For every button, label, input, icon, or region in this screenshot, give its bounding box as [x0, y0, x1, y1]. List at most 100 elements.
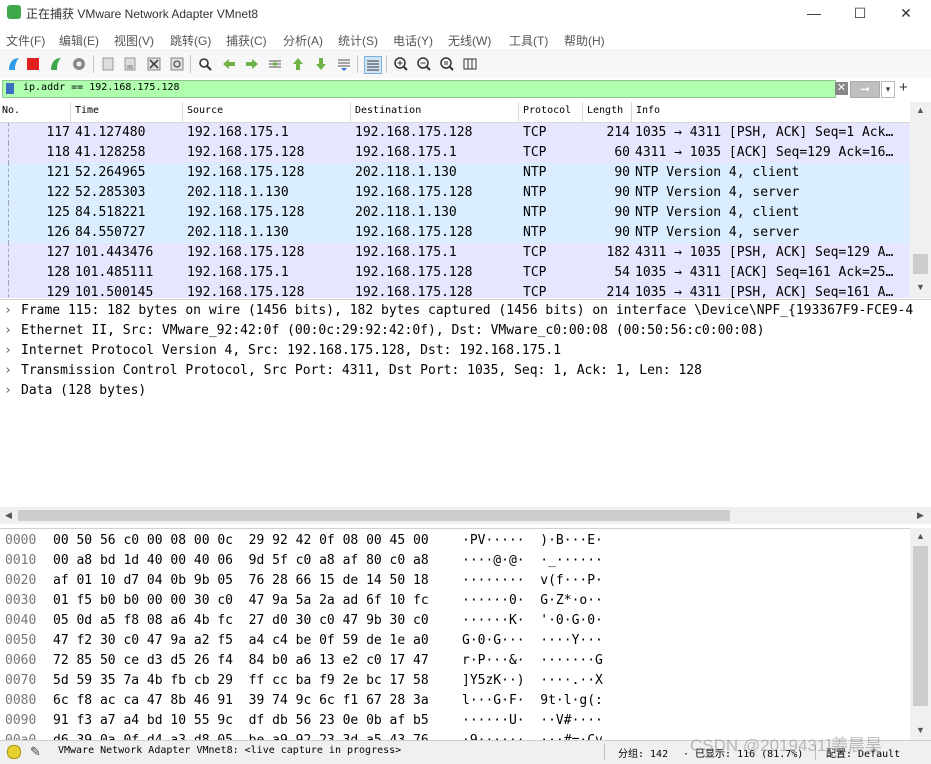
maximize-button[interactable]: ☐	[837, 0, 883, 26]
capture-options-icon[interactable]	[71, 56, 87, 72]
autoscroll-icon[interactable]	[336, 56, 352, 72]
column-source[interactable]: Source	[187, 105, 223, 116]
detail-row-tcp[interactable]: › Transmission Control Protocol, Src Port…	[0, 361, 931, 381]
column-no[interactable]: No.	[2, 105, 20, 116]
packet-row[interactable]: 117 41.127480 192.168.175.1 192.168.175.128…	[0, 123, 910, 143]
column-divider[interactable]	[182, 102, 183, 122]
column-time[interactable]: Time	[75, 105, 99, 116]
packet-list-scrollbar[interactable]: ▲ ▼	[910, 102, 931, 298]
menu-statistics[interactable]: 统计(S)	[338, 32, 378, 49]
detail-row-ip[interactable]: › Internet Protocol Version 4, Src: 192.1…	[0, 341, 931, 361]
scrollbar-thumb[interactable]	[913, 546, 928, 706]
close-file-icon[interactable]	[146, 56, 162, 72]
byte-row[interactable]: 0010 00 a8 bd 1d 40 00 40 06 9d 5f c0 a8 …	[0, 551, 910, 571]
byte-row[interactable]: 0020 af 01 10 d7 04 0b 9b 05 76 28 66 15 …	[0, 571, 910, 591]
column-divider[interactable]	[350, 102, 351, 122]
menu-capture[interactable]: 捕获(C)	[226, 32, 267, 49]
column-divider[interactable]	[631, 102, 632, 122]
byte-row[interactable]: 0070 5d 59 35 7a 4b fb cb 29 ff cc ba f9 …	[0, 671, 910, 691]
menu-help[interactable]: 帮助(H)	[564, 32, 605, 49]
zoom-in-icon[interactable]	[393, 56, 409, 72]
menu-edit[interactable]: 编辑(E)	[59, 32, 99, 49]
column-divider[interactable]	[582, 102, 583, 122]
packet-row[interactable]: 118 41.128258 192.168.175.128 192.168.175.1…	[0, 143, 910, 163]
menu-wireless[interactable]: 无线(W)	[448, 32, 491, 49]
scroll-down-icon[interactable]: ▼	[916, 282, 925, 292]
column-info[interactable]: Info	[636, 105, 660, 116]
scroll-right-icon[interactable]: ▶	[917, 510, 924, 521]
column-destination[interactable]: Destination	[355, 105, 421, 116]
detail-row-data[interactable]: › Data (128 bytes)	[0, 381, 931, 401]
byte-offset: 0010	[5, 553, 37, 568]
normal-size-icon[interactable]	[439, 56, 455, 72]
packet-row[interactable]: 127 101.443476 192.168.175.128 192.168.175.…	[0, 243, 910, 263]
go-to-packet-icon[interactable]	[267, 56, 283, 72]
edit-comment-icon[interactable]: ✎	[30, 744, 41, 760]
close-button[interactable]: ✕	[883, 0, 929, 26]
expert-info-icon[interactable]	[7, 745, 21, 759]
column-protocol[interactable]: Protocol	[523, 105, 571, 116]
add-filter-button-icon[interactable]: +	[899, 79, 908, 96]
byte-hex: 91 f3 a7 a4 bd 10 55 9c df db 56 23 0e 0…	[53, 713, 429, 728]
cell-no: 122	[46, 185, 70, 200]
restart-capture-icon[interactable]	[48, 56, 64, 72]
packet-row[interactable]: 128 101.485111 192.168.175.1 192.168.175.12…	[0, 263, 910, 283]
scrollbar-thumb[interactable]	[18, 510, 730, 521]
reload-file-icon[interactable]	[169, 56, 185, 72]
expand-arrow-icon[interactable]: ›	[4, 361, 12, 381]
menu-tools[interactable]: 工具(T)	[509, 32, 548, 49]
bookmark-icon[interactable]	[6, 83, 14, 94]
apply-filter-arrow-icon[interactable]: ➞	[850, 81, 880, 98]
bytes-scrollbar[interactable]: ▲ ▼	[910, 528, 931, 740]
scrollbar-thumb[interactable]	[913, 254, 928, 274]
details-horizontal-scrollbar[interactable]: ◀ ▶	[0, 507, 931, 524]
byte-row[interactable]: 0000 00 50 56 c0 00 08 00 0c 29 92 42 0f …	[0, 531, 910, 551]
zoom-out-icon[interactable]	[416, 56, 432, 72]
menu-view[interactable]: 视图(V)	[114, 32, 154, 49]
packet-row[interactable]: 129 101.500145 192.168.175.128 192.168.175.…	[0, 283, 910, 298]
last-packet-icon[interactable]	[313, 56, 329, 72]
go-forward-icon[interactable]	[244, 56, 260, 72]
byte-row[interactable]: 0080 6c f8 ac ca 47 8b 46 91 39 74 9c 6c …	[0, 691, 910, 711]
byte-row[interactable]: 0060 72 85 50 ce d3 d5 26 f4 84 b0 a6 13 …	[0, 651, 910, 671]
colorize-list-icon[interactable]	[364, 56, 382, 74]
find-packet-icon[interactable]	[197, 56, 213, 72]
menu-analyze[interactable]: 分析(A)	[283, 32, 323, 49]
minimize-button[interactable]: —	[791, 0, 837, 26]
scroll-up-icon[interactable]: ▲	[916, 531, 925, 541]
byte-offset: 0060	[5, 653, 37, 668]
packet-row[interactable]: 121 52.264965 192.168.175.128 202.118.1.130…	[0, 163, 910, 183]
first-packet-icon[interactable]	[290, 56, 306, 72]
menu-file[interactable]: 文件(F)	[6, 32, 45, 49]
detail-row-frame[interactable]: › Frame 115: 182 bytes on wire (1456 bits…	[0, 301, 931, 321]
byte-row[interactable]: 0050 47 f2 30 c0 47 9a a2 f5 a4 c4 be 0f …	[0, 631, 910, 651]
byte-row[interactable]: 0040 05 0d a5 f8 08 a6 4b fc 27 d0 30 c0 …	[0, 611, 910, 631]
byte-row[interactable]: 0090 91 f3 a7 a4 bd 10 55 9c df db 56 23 …	[0, 711, 910, 731]
expand-arrow-icon[interactable]: ›	[4, 301, 12, 321]
column-divider[interactable]	[70, 102, 71, 122]
start-capture-icon[interactable]	[6, 56, 22, 72]
resize-columns-icon[interactable]	[462, 56, 478, 72]
expand-arrow-icon[interactable]: ›	[4, 321, 12, 341]
menu-go[interactable]: 跳转(G)	[170, 32, 211, 49]
display-filter-input[interactable]: ip.addr == 192.168.175.128 ✕	[2, 80, 848, 98]
packet-row[interactable]: 125 84.518221 192.168.175.128 202.118.1.130…	[0, 203, 910, 223]
scroll-left-icon[interactable]: ◀	[5, 510, 12, 521]
scroll-down-icon[interactable]: ▼	[916, 725, 925, 735]
column-length[interactable]: Length	[587, 105, 623, 116]
clear-filter-icon[interactable]: ✕	[835, 82, 848, 95]
filter-dropdown-icon[interactable]: ▾	[881, 81, 895, 98]
packet-row[interactable]: 122 52.285303 202.118.1.130 192.168.175.128…	[0, 183, 910, 203]
packet-row[interactable]: 126 84.550727 202.118.1.130 192.168.175.128…	[0, 223, 910, 243]
byte-row[interactable]: 0030 01 f5 b0 b0 00 00 30 c0 47 9a 5a 2a …	[0, 591, 910, 611]
save-file-icon[interactable]	[122, 56, 138, 72]
expand-arrow-icon[interactable]: ›	[4, 381, 12, 401]
open-file-icon[interactable]	[100, 56, 116, 72]
detail-row-ethernet[interactable]: › Ethernet II, Src: VMware_92:42:0f (00:0…	[0, 321, 931, 341]
go-back-icon[interactable]	[221, 56, 237, 72]
scroll-up-icon[interactable]: ▲	[916, 105, 925, 115]
menu-telephony[interactable]: 电话(Y)	[393, 32, 433, 49]
column-divider[interactable]	[518, 102, 519, 122]
stop-capture-icon[interactable]	[25, 56, 41, 72]
expand-arrow-icon[interactable]: ›	[4, 341, 12, 361]
